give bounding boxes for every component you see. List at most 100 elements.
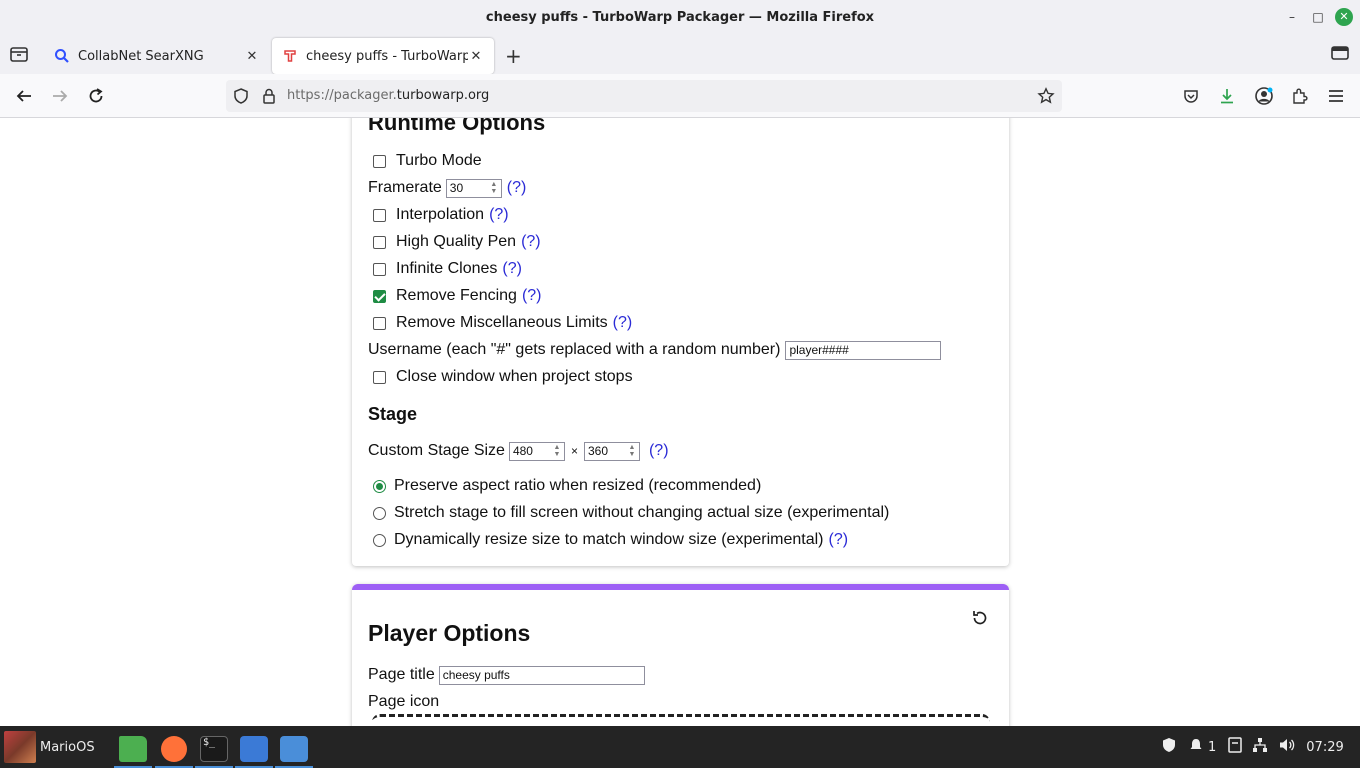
page-icon-dropzone[interactable] bbox=[372, 714, 990, 726]
remove-misc-limits-label: Remove Miscellaneous Limits bbox=[396, 314, 608, 331]
reset-icon[interactable] bbox=[970, 608, 990, 628]
stretch-stage-option[interactable]: Stretch stage to fill screen without cha… bbox=[368, 502, 889, 524]
spinner-icon[interactable]: ▲ ▼ bbox=[625, 443, 639, 460]
new-tab-button[interactable]: + bbox=[505, 44, 522, 68]
forward-arrow-icon[interactable] bbox=[50, 86, 70, 106]
close-window-label: Close window when project stops bbox=[396, 368, 633, 385]
high-quality-pen-checkbox[interactable] bbox=[373, 235, 386, 249]
pocket-icon[interactable] bbox=[1181, 86, 1201, 106]
firefox-view-icon[interactable] bbox=[8, 44, 30, 64]
nav-toolbar: https://packager.turbowarp.org bbox=[0, 74, 1360, 118]
interpolation-checkbox[interactable] bbox=[373, 208, 386, 222]
firefox-icon bbox=[161, 735, 187, 762]
pen-icon bbox=[280, 735, 308, 762]
start-menu-button[interactable]: MarioOS bbox=[0, 726, 95, 768]
close-tab-icon[interactable]: ✕ bbox=[244, 49, 260, 64]
network-icon[interactable] bbox=[1252, 737, 1268, 757]
close-window-button[interactable]: ✕ bbox=[1335, 8, 1353, 26]
notification-count: 1 bbox=[1208, 739, 1217, 755]
infinite-clones-help-link[interactable]: (?) bbox=[502, 260, 522, 278]
taskbar-terminal[interactable]: $_ bbox=[195, 731, 233, 768]
remove-fencing-option[interactable]: Remove Fencing (?) bbox=[368, 285, 542, 307]
stage-width-value: 480 bbox=[512, 444, 533, 458]
dynamic-resize-radio[interactable] bbox=[373, 533, 386, 547]
turbo-mode-checkbox[interactable] bbox=[373, 154, 386, 168]
stage-height-input[interactable]: 360 ▲ ▼ bbox=[583, 441, 640, 461]
stage-size-help-link[interactable]: (?) bbox=[649, 442, 669, 460]
page-icon-label: Page icon bbox=[368, 693, 440, 710]
taskbar-settings-app[interactable] bbox=[275, 731, 313, 768]
clipboard-icon[interactable] bbox=[1228, 737, 1243, 757]
preserve-aspect-option[interactable]: Preserve aspect ratio when resized (reco… bbox=[368, 475, 761, 497]
extensions-icon[interactable] bbox=[1290, 86, 1310, 106]
username-option: Username (each "#" gets replaced with a … bbox=[368, 339, 942, 361]
minimize-button[interactable]: – bbox=[1283, 8, 1301, 26]
spinner-icon[interactable]: ▲ ▼ bbox=[550, 443, 564, 460]
shield-icon[interactable] bbox=[231, 86, 251, 106]
framerate-option: Framerate 30 ▲ ▼ (?) bbox=[368, 177, 526, 199]
close-window-checkbox[interactable] bbox=[373, 370, 386, 384]
taskbar: MarioOS $_ 1 07:29 bbox=[0, 726, 1360, 768]
infinite-clones-checkbox[interactable] bbox=[373, 262, 386, 276]
interpolation-option[interactable]: Interpolation (?) bbox=[368, 204, 509, 226]
remove-misc-limits-option[interactable]: Remove Miscellaneous Limits (?) bbox=[368, 312, 632, 334]
custom-stage-size-option: Custom Stage Size 480 ▲ ▼ × 360 ▲ ▼ (?) bbox=[368, 440, 669, 462]
stage-width-input[interactable]: 480 ▲ ▼ bbox=[508, 441, 565, 461]
notification-icon[interactable] bbox=[1188, 737, 1204, 757]
preserve-aspect-radio[interactable] bbox=[373, 479, 386, 493]
framerate-input[interactable]: 30 ▲ ▼ bbox=[445, 178, 502, 198]
address-bar[interactable]: https://packager.turbowarp.org bbox=[226, 80, 1062, 112]
player-options-heading: Player Options bbox=[368, 620, 531, 646]
back-arrow-icon[interactable] bbox=[14, 86, 34, 106]
downloads-icon[interactable] bbox=[1217, 86, 1237, 106]
high-quality-pen-help-link[interactable]: (?) bbox=[521, 233, 541, 251]
reload-icon[interactable] bbox=[86, 86, 106, 106]
dynamic-resize-help-link[interactable]: (?) bbox=[828, 531, 848, 549]
remove-fencing-checkbox[interactable] bbox=[373, 289, 386, 303]
stretch-stage-radio[interactable] bbox=[373, 506, 386, 520]
remove-misc-limits-help-link[interactable]: (?) bbox=[613, 314, 633, 332]
framerate-help-link[interactable]: (?) bbox=[507, 179, 527, 197]
page-title-option: Page title cheesy puffs bbox=[368, 664, 645, 686]
turbo-mode-label: Turbo Mode bbox=[396, 152, 482, 169]
page-title-label: Page title bbox=[368, 666, 435, 683]
close-tab-icon[interactable]: ✕ bbox=[468, 49, 484, 64]
custom-stage-size-label: Custom Stage Size bbox=[368, 442, 505, 459]
tab-turbowarp[interactable]: cheesy puffs - TurboWarp Pa ✕ bbox=[272, 38, 494, 74]
remove-misc-limits-checkbox[interactable] bbox=[373, 316, 386, 330]
bookmark-star-icon[interactable] bbox=[1036, 86, 1056, 106]
tab-bar: CollabNet SearXNG ✕ cheesy puffs - Turbo… bbox=[0, 34, 1360, 74]
taskbar-text-editor[interactable] bbox=[235, 731, 273, 768]
tab-label: cheesy puffs - TurboWarp Pa bbox=[306, 48, 468, 64]
remove-fencing-help-link[interactable]: (?) bbox=[522, 287, 542, 305]
clock[interactable]: 07:29 bbox=[1306, 740, 1343, 755]
start-menu-label: MarioOS bbox=[40, 739, 95, 755]
close-window-option[interactable]: Close window when project stops bbox=[368, 366, 633, 388]
volume-icon[interactable] bbox=[1278, 737, 1296, 757]
turbowarp-icon bbox=[282, 48, 298, 64]
taskbar-files[interactable] bbox=[114, 731, 152, 768]
runtime-options-heading: Runtime Options bbox=[368, 118, 546, 135]
dynamic-resize-option[interactable]: Dynamically resize size to match window … bbox=[368, 529, 848, 551]
url-text[interactable]: https://packager.turbowarp.org bbox=[287, 88, 489, 103]
shield-tray-icon[interactable] bbox=[1160, 736, 1178, 758]
menu-hamburger-icon[interactable] bbox=[1326, 86, 1346, 106]
infinite-clones-option[interactable]: Infinite Clones (?) bbox=[368, 258, 522, 280]
turbo-mode-option[interactable]: Turbo Mode bbox=[368, 150, 482, 172]
taskbar-firefox[interactable] bbox=[155, 731, 193, 768]
lock-icon[interactable] bbox=[259, 86, 279, 106]
maximize-button[interactable]: □ bbox=[1309, 8, 1327, 26]
list-all-tabs-icon[interactable] bbox=[1331, 46, 1349, 60]
account-icon[interactable] bbox=[1254, 86, 1274, 106]
username-input[interactable]: player#### bbox=[785, 340, 942, 360]
interpolation-help-link[interactable]: (?) bbox=[489, 206, 509, 224]
stage-heading: Stage bbox=[368, 404, 418, 424]
spinner-icon[interactable]: ▲ ▼ bbox=[487, 180, 501, 197]
tab-searxng[interactable]: CollabNet SearXNG ✕ bbox=[44, 38, 270, 74]
tab-label: CollabNet SearXNG bbox=[78, 48, 204, 64]
high-quality-pen-option[interactable]: High Quality Pen (?) bbox=[368, 231, 541, 253]
interpolation-label: Interpolation bbox=[396, 206, 485, 223]
mario-os-logo bbox=[4, 731, 36, 763]
page-title-input[interactable]: cheesy puffs bbox=[438, 665, 645, 685]
infinite-clones-label: Infinite Clones bbox=[396, 260, 498, 277]
